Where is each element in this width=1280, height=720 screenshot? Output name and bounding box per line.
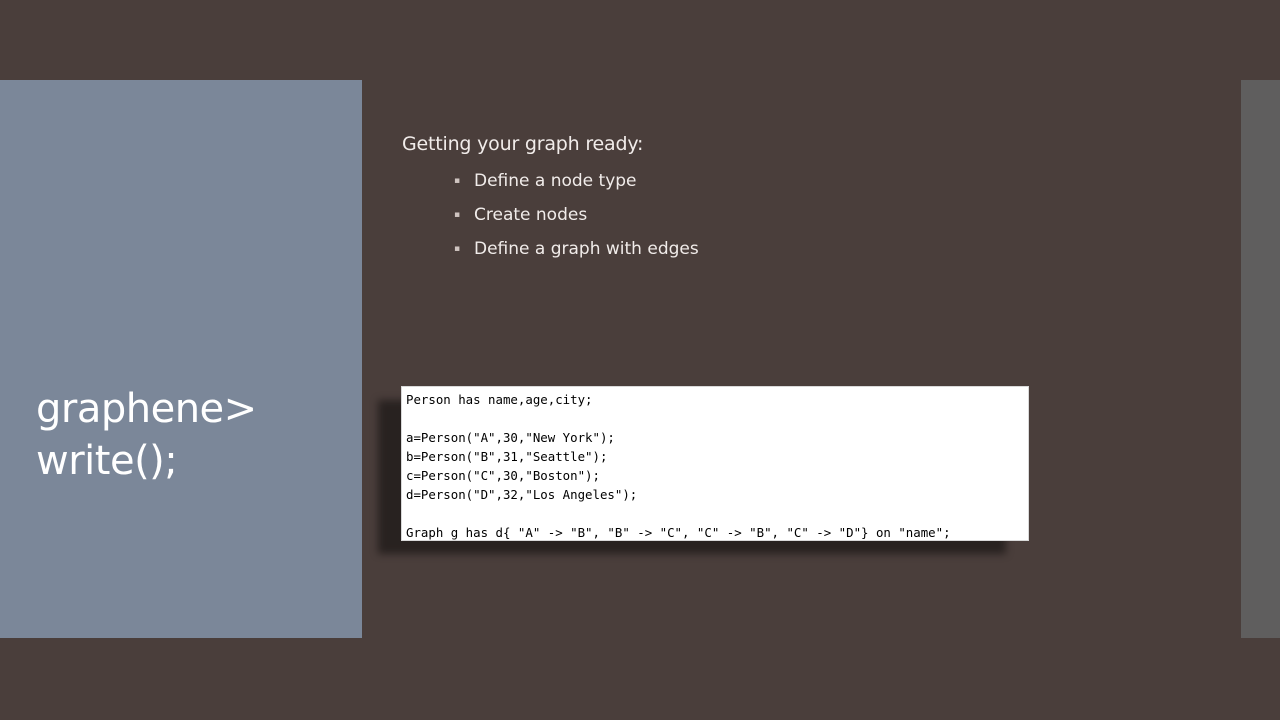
- code-line: a=Person("A",30,"New York");: [406, 430, 615, 445]
- bullet-item: ▪ Define a graph with edges: [454, 232, 699, 266]
- bullet-text: Define a graph with edges: [474, 239, 699, 259]
- code-line: b=Person("B",31,"Seattle");: [406, 449, 608, 464]
- content-area: Getting your graph ready: ▪ Define a nod…: [402, 128, 699, 266]
- bullet-icon: ▪: [454, 244, 461, 254]
- code-line: c=Person("C",30,"Boston");: [406, 468, 600, 483]
- bullet-item: ▪ Define a node type: [454, 164, 699, 198]
- bullet-text: Create nodes: [474, 205, 588, 225]
- code-line: Person has name,age,city;: [406, 392, 593, 407]
- slide-title: graphene> write();: [36, 386, 257, 484]
- intro-text: Getting your graph ready:: [402, 133, 644, 155]
- slide: graphene> write(); Getting your graph re…: [0, 0, 1280, 720]
- bullet-list: ▪ Define a node type ▪ Create nodes ▪ De…: [402, 164, 699, 266]
- code-screenshot: Person has name,age,city; a=Person("A",3…: [401, 386, 1029, 541]
- bullet-item: ▪ Create nodes: [454, 198, 699, 232]
- bullet-text: Define a node type: [474, 171, 637, 191]
- code-line: d=Person("D",32,"Los Angeles");: [406, 487, 638, 502]
- code-line: Graph g has d{ "A" -> "B", "B" -> "C", "…: [406, 525, 951, 540]
- bullet-icon: ▪: [454, 210, 461, 220]
- bullet-icon: ▪: [454, 176, 461, 186]
- right-edge-bar: [1241, 80, 1280, 638]
- title-panel: graphene> write();: [0, 80, 362, 638]
